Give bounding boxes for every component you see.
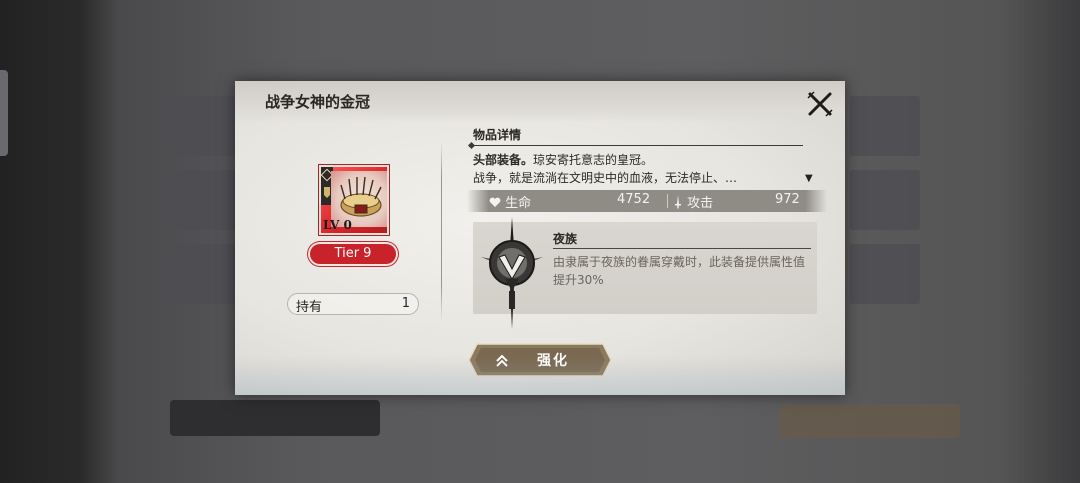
hp-stat: 生命 [489, 192, 531, 211]
close-button[interactable] [805, 89, 835, 119]
stats-bar: 生命 4752 攻击 972 [467, 190, 827, 212]
background-card [850, 170, 920, 230]
faction-divider [553, 248, 811, 249]
stat-separator [667, 194, 668, 208]
side-tab [0, 70, 8, 156]
heart-icon [489, 197, 501, 207]
column-divider [441, 141, 442, 321]
decorative-wash [235, 355, 845, 395]
item-description: 头部装备。琼安寄托意志的皇冠。 战争，就是流淌在文明史中的血液，无法停止、… [473, 151, 813, 187]
tier-badge: Tier 9 [310, 244, 396, 264]
faction-bonus-text: 由隶属于夜族的眷属穿戴时，此装备提供属性值提升30% [553, 255, 806, 287]
sword-icon [675, 195, 681, 209]
attack-label: 攻击 [687, 196, 714, 211]
hp-label: 生命 [505, 196, 532, 211]
expand-description-button[interactable]: ▼ [805, 173, 813, 184]
details-section-title: 物品详情 [473, 128, 522, 142]
item-icon-frame[interactable]: LV 0 [318, 164, 390, 236]
background-bar [170, 400, 380, 436]
background-card [170, 244, 240, 304]
dialog-title: 战争女神的金冠 [265, 93, 371, 111]
background-bar [780, 404, 960, 438]
night-clan-emblem-icon [481, 217, 543, 329]
hp-value: 4752 [617, 192, 651, 207]
faction-name: 夜族 [553, 232, 578, 246]
close-x-icon [807, 91, 833, 117]
description-lore: 战争，就是流淌在文明史中的血液，无法停止、… [473, 171, 738, 185]
background-card [170, 96, 240, 156]
item-level: LV 0 [323, 218, 352, 232]
background-card [850, 244, 920, 304]
owned-count: 1 [401, 296, 410, 311]
owned-label: 持有 [296, 300, 323, 315]
description-text: 琼安寄托意志的皇冠。 [533, 153, 654, 167]
description-type: 头部装备。 [473, 153, 534, 167]
owned-count-row: 持有 1 [287, 293, 419, 315]
attack-stat: 攻击 [673, 192, 713, 211]
triangle-down-icon: ▼ [805, 173, 813, 184]
attack-value: 972 [775, 192, 800, 207]
section-divider [473, 145, 803, 146]
item-detail-dialog: 战争女神的金冠 LV 0 Tier 9 持有 1 物品详情 头部装备。琼安寄托意… [235, 81, 845, 395]
background-card [850, 96, 920, 156]
background-card [170, 170, 240, 230]
